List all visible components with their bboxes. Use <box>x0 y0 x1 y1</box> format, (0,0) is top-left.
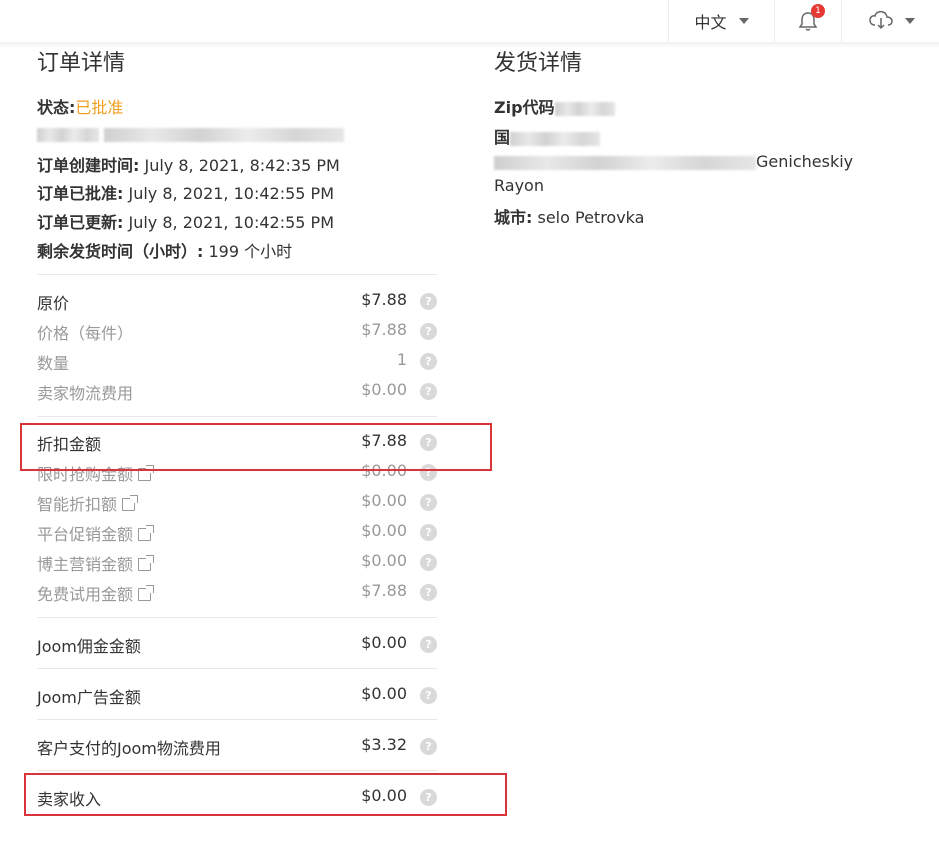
highlight-box-seller-income <box>24 773 507 816</box>
order-updated: 订单已更新: July 8, 2021, 10:42:55 PM <box>37 213 334 232</box>
shipping-city: 城市: selo Petrovka <box>494 208 645 227</box>
price-row-seller-shipping: 卖家物流费用 $0.00 ? <box>37 380 437 404</box>
help-icon[interactable]: ? <box>420 554 437 571</box>
redacted-block <box>554 101 615 116</box>
divider <box>37 274 437 275</box>
order-created: 订单创建时间: July 8, 2021, 8:42:35 PM <box>37 156 340 175</box>
shipping-zip: Zip代码 <box>494 94 615 118</box>
shipping-country: 国 <box>494 124 601 148</box>
redacted-block <box>494 155 756 170</box>
shipping-region-line2: Rayon <box>494 176 544 195</box>
help-icon[interactable]: ? <box>420 687 437 704</box>
language-label: 中文 <box>694 13 727 32</box>
shipping-details-title: 发货详情 <box>494 51 583 76</box>
help-icon[interactable]: ? <box>420 323 437 340</box>
external-link-icon[interactable] <box>138 555 155 571</box>
discount-row-blogger[interactable]: 博主营销金额 $0.00 ? <box>37 551 437 575</box>
language-selector[interactable]: 中文 <box>668 0 774 42</box>
download-menu[interactable] <box>841 0 939 42</box>
help-icon[interactable]: ? <box>420 293 437 310</box>
order-details-title: 订单详情 <box>37 51 126 76</box>
help-icon[interactable]: ? <box>420 738 437 755</box>
shipping-region: Genicheskiy <box>494 152 853 171</box>
help-icon[interactable]: ? <box>420 494 437 511</box>
divider <box>37 668 437 669</box>
fee-row-ads: Joom广告金额 $0.00 ? <box>37 684 437 708</box>
divider <box>37 770 437 771</box>
order-status: 状态:已批准 <box>37 94 123 118</box>
discount-row-platform[interactable]: 平台促销金额 $0.00 ? <box>37 521 437 545</box>
redacted-block <box>104 127 345 142</box>
chevron-down-icon <box>738 18 749 24</box>
status-badge: 已批准 <box>75 98 124 117</box>
help-icon[interactable]: ? <box>420 636 437 653</box>
highlight-box-discount <box>20 423 492 471</box>
chevron-down-icon <box>904 18 915 24</box>
redacted-line <box>37 124 345 143</box>
price-row-per-item: 价格（每件） $7.88 ? <box>37 320 437 344</box>
divider <box>37 719 437 720</box>
status-label: 状态: <box>37 98 76 117</box>
external-link-icon[interactable] <box>122 495 139 511</box>
price-row-original: 原价 $7.88 ? <box>37 290 437 314</box>
remaining-ship-time: 剩余发货时间（小时）: 199 个小时 <box>37 242 293 261</box>
help-icon[interactable]: ? <box>420 353 437 370</box>
top-bar: 中文 1 <box>0 0 939 48</box>
help-icon[interactable]: ? <box>420 383 437 400</box>
redacted-block <box>510 131 601 146</box>
divider <box>37 617 437 618</box>
order-approved: 订单已批准: July 8, 2021, 10:42:55 PM <box>37 184 334 203</box>
external-link-icon[interactable] <box>138 585 155 601</box>
help-icon[interactable]: ? <box>420 524 437 541</box>
discount-row-smart[interactable]: 智能折扣额 $0.00 ? <box>37 491 437 515</box>
fee-row-customer-logistics: 客户支付的Joom物流费用 $3.32 ? <box>37 735 437 759</box>
discount-row-free-trial[interactable]: 免费试用金额 $7.88 ? <box>37 581 437 605</box>
divider <box>37 416 437 417</box>
help-icon[interactable]: ? <box>420 584 437 601</box>
fee-row-commission: Joom佣金金额 $0.00 ? <box>37 633 437 657</box>
redacted-block <box>37 127 99 142</box>
bell-icon: 1 <box>797 4 825 32</box>
cloud-download-icon <box>867 8 895 34</box>
notifications-button[interactable]: 1 <box>774 0 841 42</box>
notification-badge: 1 <box>811 4 825 18</box>
external-link-icon[interactable] <box>138 525 155 541</box>
price-row-quantity: 数量 1 ? <box>37 350 437 374</box>
